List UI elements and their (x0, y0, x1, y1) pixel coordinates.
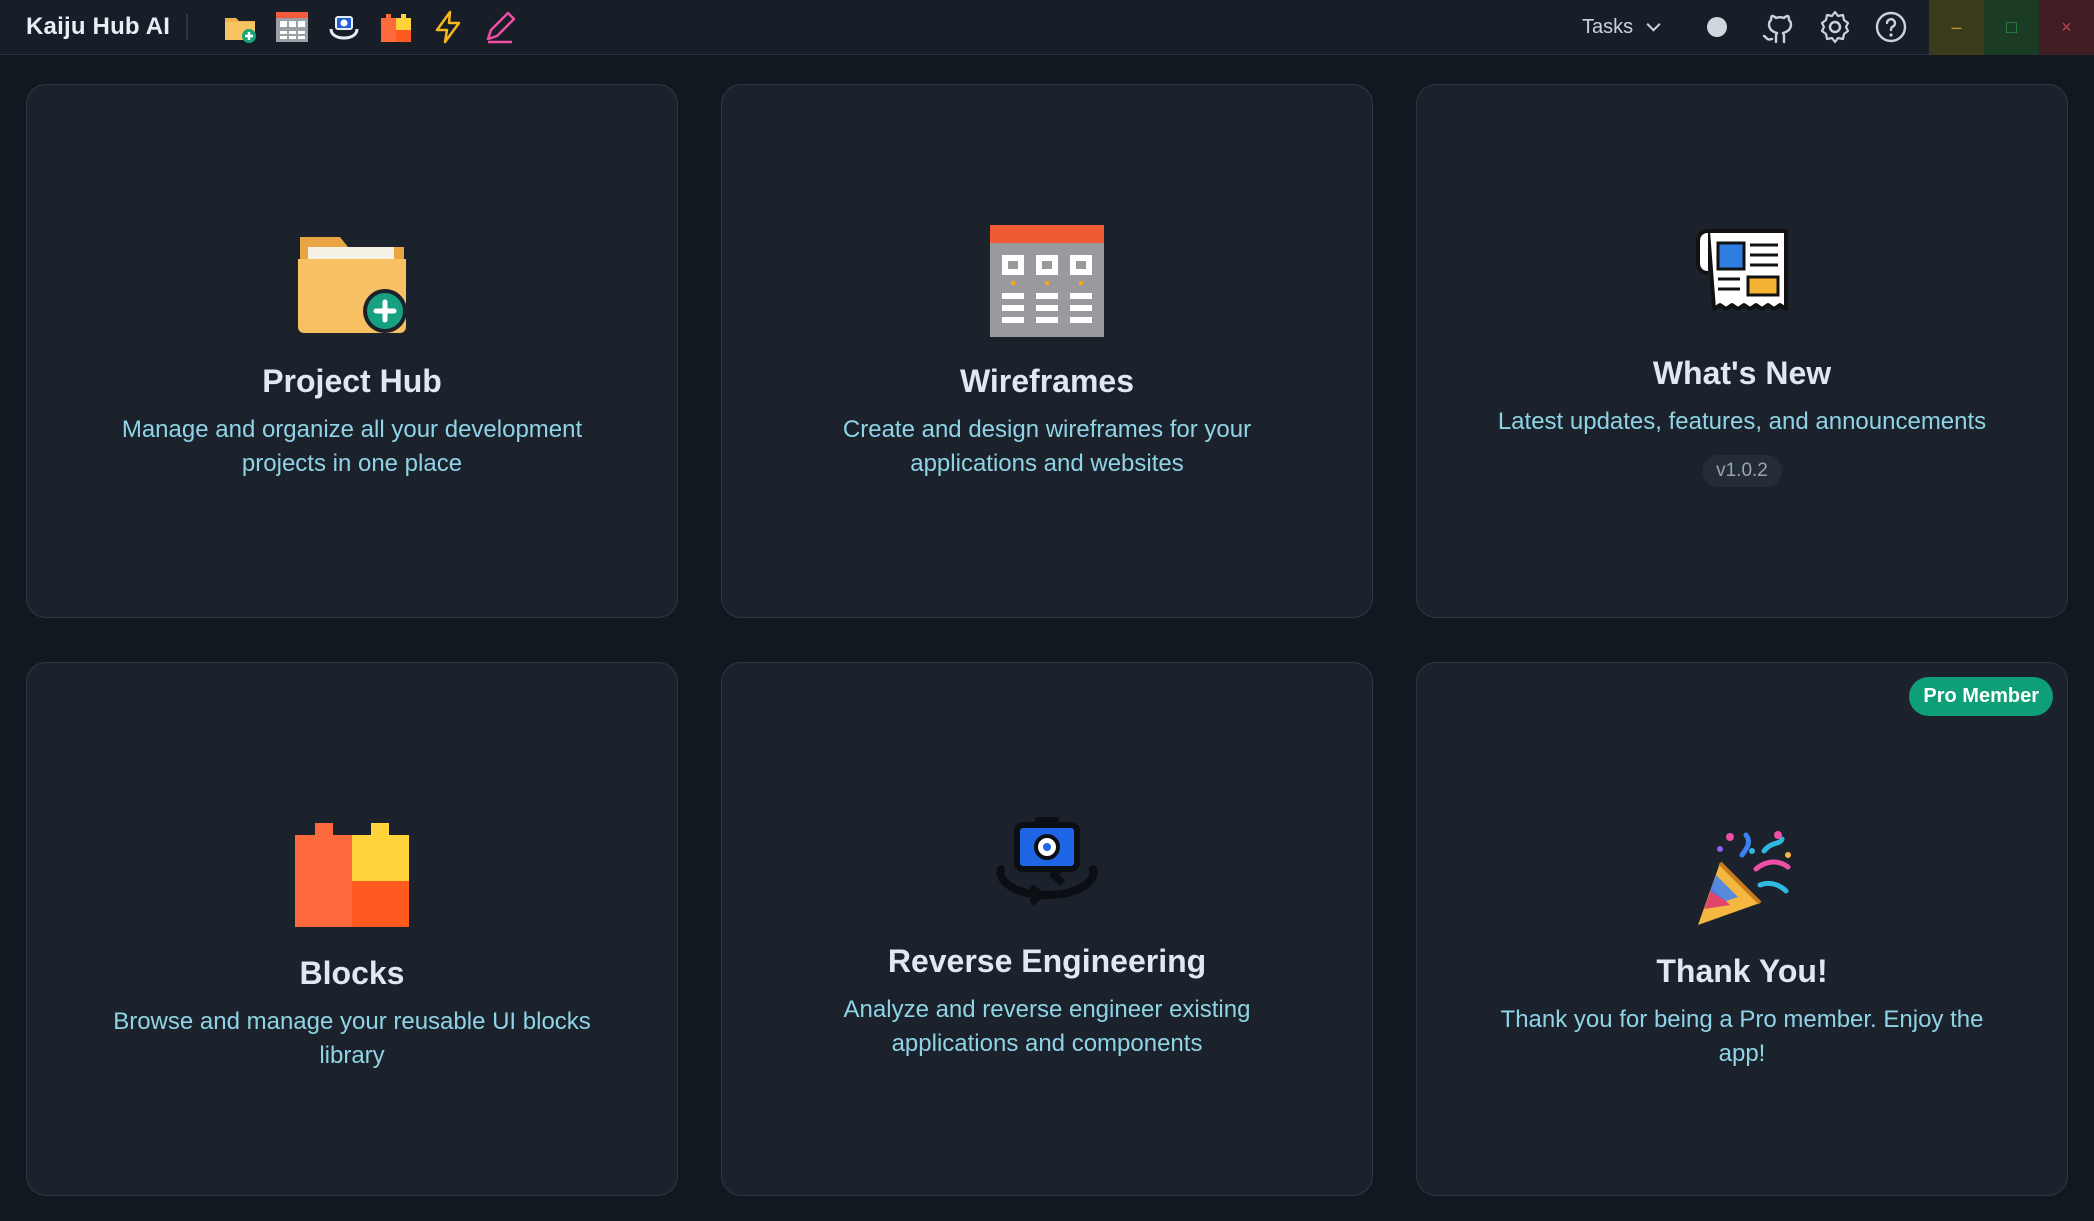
card-thank-you[interactable]: Pro Member Thank You! Thank you for bein… (1416, 662, 2068, 1196)
folder-add-icon (294, 227, 410, 333)
wireframe-grid-icon[interactable] (274, 9, 310, 45)
card-reverse-engineering[interactable]: Reverse Engineering Analyze and reverse … (721, 662, 1373, 1196)
card-wireframes[interactable]: Wireframes Create and design wireframes … (721, 84, 1373, 618)
tasks-dropdown[interactable]: Tasks (1582, 16, 1661, 39)
blocks-icon (295, 823, 409, 927)
pencil-icon[interactable] (482, 9, 518, 45)
close-button[interactable]: × (2039, 0, 2094, 55)
card-blocks[interactable]: Blocks Browse and manage your reusable U… (26, 662, 678, 1196)
card-description: Manage and organize all your development… (121, 416, 583, 477)
pro-member-badge: Pro Member (1909, 677, 2053, 716)
card-project-hub[interactable]: Project Hub Manage and organize all your… (26, 84, 678, 618)
maximize-button[interactable]: □ (1984, 0, 2039, 55)
version-badge: v1.0.2 (1702, 455, 1782, 487)
chevron-down-icon (1646, 17, 1661, 32)
tasks-label: Tasks (1582, 16, 1634, 38)
newspaper-icon (1694, 227, 1790, 319)
card-description: Analyze and reverse engineer existing ap… (843, 996, 1251, 1057)
blocks-icon[interactable] (378, 9, 414, 45)
minimize-button[interactable]: – (1929, 0, 1984, 55)
status-indicator (1707, 17, 1727, 37)
card-title: Blocks (299, 955, 405, 991)
camera-rotate-icon (991, 813, 1103, 909)
party-popper-icon (1690, 825, 1794, 929)
card-description: Thank you for being a Pro member. Enjoy … (1500, 1006, 1984, 1067)
card-description: Latest updates, features, and announceme… (1497, 408, 1987, 435)
gear-icon[interactable] (1817, 9, 1853, 45)
lightning-icon[interactable] (430, 9, 466, 45)
card-description: Create and design wireframes for your ap… (842, 416, 1252, 477)
camera-rotate-icon[interactable] (326, 9, 362, 45)
card-title: Thank You! (1656, 953, 1828, 989)
card-title: Reverse Engineering (887, 943, 1207, 979)
card-title: Wireframes (959, 363, 1134, 399)
wireframe-grid-icon (990, 225, 1104, 337)
card-title: What's New (1652, 355, 1832, 391)
github-icon[interactable] (1760, 9, 1796, 45)
title-bar: Kaiju Hub AI Tasks – □ × (0, 0, 2094, 55)
card-title: Project Hub (262, 363, 442, 399)
help-circle-icon[interactable] (1873, 9, 1909, 45)
app-title: Kaiju Hub AI (26, 13, 171, 40)
card-description: Browse and manage your reusable UI block… (113, 1008, 591, 1069)
card-whats-new[interactable]: What's New Latest updates, features, and… (1416, 84, 2068, 618)
toolbar-divider (186, 14, 188, 40)
folder-add-icon[interactable] (222, 9, 258, 45)
